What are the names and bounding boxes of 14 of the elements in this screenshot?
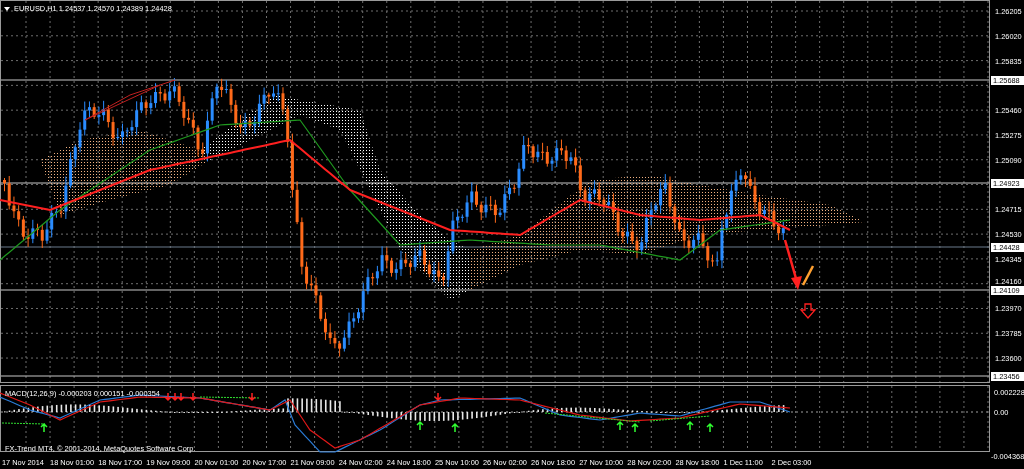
up-arrow-icon xyxy=(616,420,624,431)
up-arrow-icon xyxy=(451,422,459,433)
up-arrow-icon xyxy=(631,422,639,433)
down-arrow-drawing xyxy=(783,239,802,290)
up-arrow-icon xyxy=(686,420,694,431)
up-arrow-icon xyxy=(706,422,714,433)
down-arrow-icon xyxy=(434,392,442,402)
trend-line xyxy=(801,265,815,286)
sell-arrow-icon xyxy=(799,303,817,319)
dropdown-triangle-icon[interactable] xyxy=(4,7,10,11)
up-arrow-icon xyxy=(40,422,48,433)
down-arrow-icon xyxy=(189,392,197,402)
down-arrow-icon xyxy=(248,392,256,402)
up-arrow-icon xyxy=(416,420,424,431)
